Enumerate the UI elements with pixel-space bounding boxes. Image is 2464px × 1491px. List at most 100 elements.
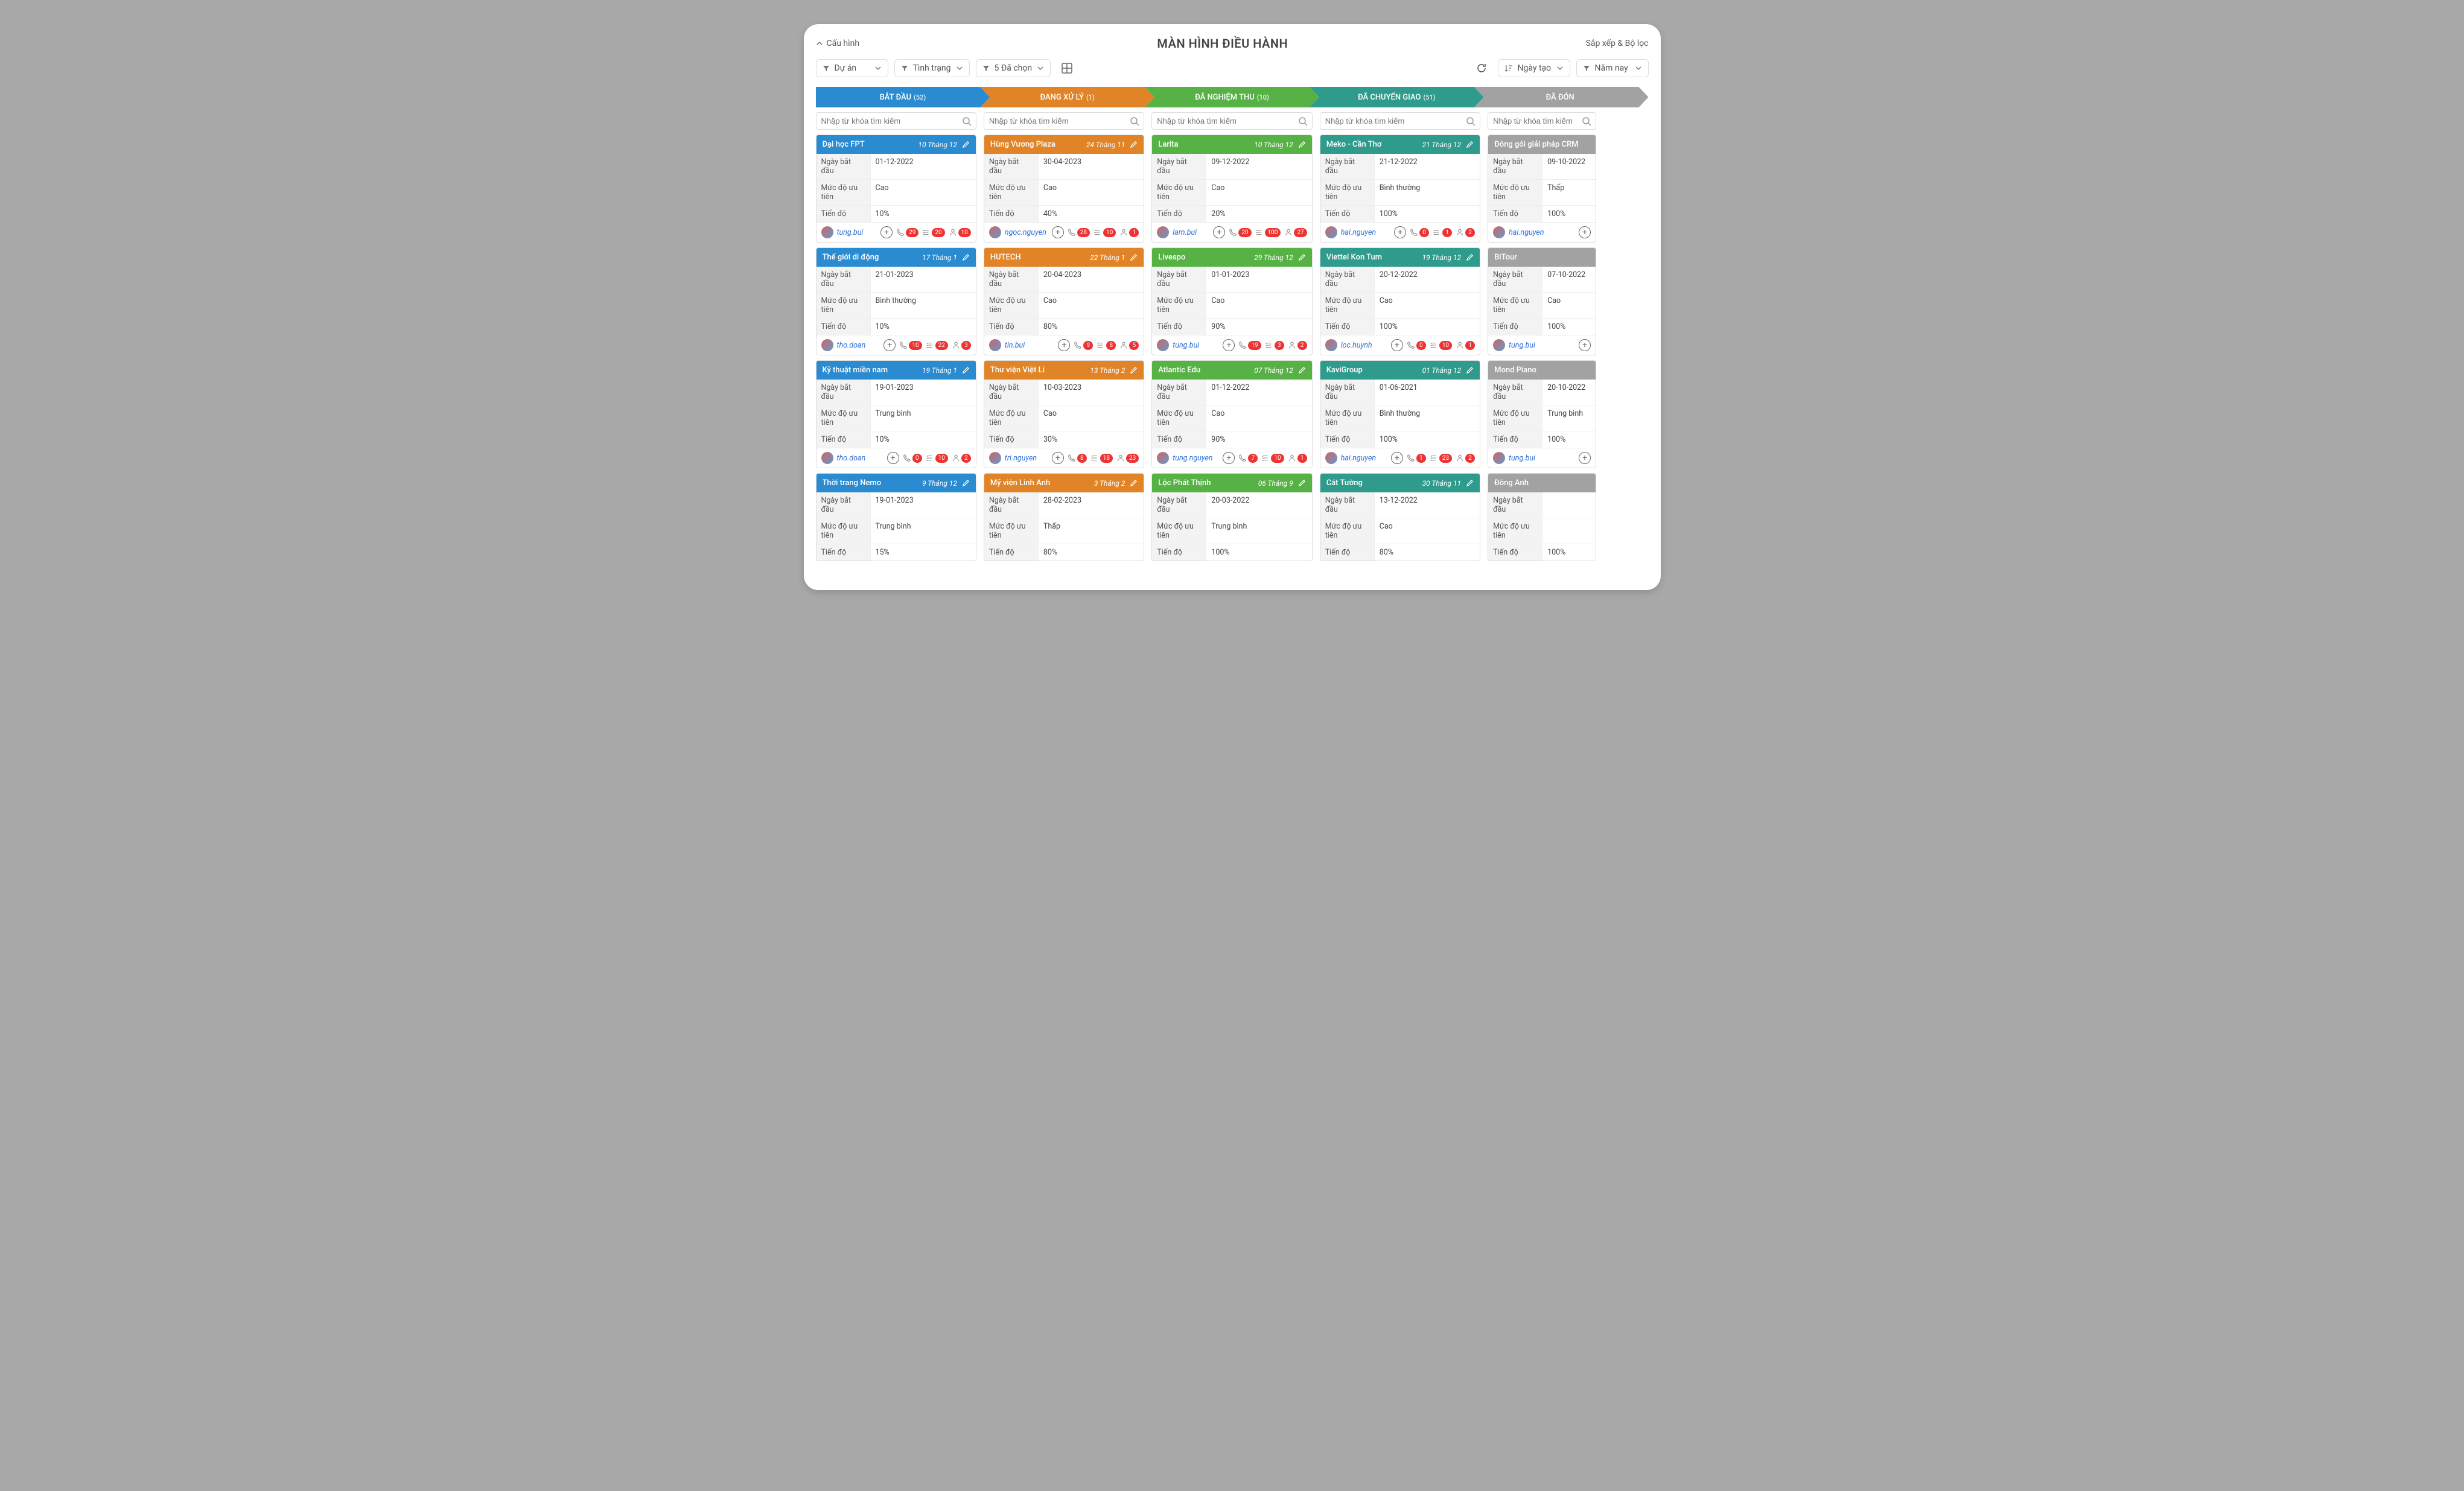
author-link[interactable]: tin.bui xyxy=(1005,341,1054,350)
refresh-button[interactable] xyxy=(1471,58,1492,78)
card[interactable]: Larita10 Tháng 12Ngày bắt đầu09-12-2022M… xyxy=(1151,135,1312,243)
metric-0[interactable]: 9 xyxy=(1074,341,1093,350)
add-button[interactable]: + xyxy=(1058,339,1070,351)
metric-1[interactable]: 3 xyxy=(1265,341,1284,350)
author-link[interactable]: tung.bui xyxy=(1173,341,1219,350)
edit-icon[interactable] xyxy=(1298,141,1306,148)
author-link[interactable]: lam.bui xyxy=(1173,228,1209,237)
card[interactable]: Đóng gói giải pháp CRMNgày bắt đầu09-10-… xyxy=(1488,135,1596,243)
author-link[interactable]: tho.doan xyxy=(837,341,880,350)
metric-1[interactable]: 100 xyxy=(1255,228,1281,237)
search-icon[interactable] xyxy=(1582,116,1591,126)
card[interactable]: Thế giới di động17 Tháng 1Ngày bắt đầu21… xyxy=(816,247,976,355)
add-button[interactable]: + xyxy=(1223,339,1235,351)
search-input[interactable] xyxy=(816,112,976,130)
edit-icon[interactable] xyxy=(1466,141,1474,148)
metric-0[interactable]: 10 xyxy=(899,341,922,350)
metric-1[interactable]: 22 xyxy=(926,341,948,350)
search-icon[interactable] xyxy=(1298,116,1308,126)
metric-2[interactable]: 2 xyxy=(952,454,971,463)
card[interactable]: Atlantic Edu07 Tháng 12Ngày bắt đầu01-12… xyxy=(1151,360,1312,468)
metric-0[interactable]: 0 xyxy=(1407,341,1426,350)
card[interactable]: Thư viện Việt Li13 Tháng 2Ngày bắt đầu10… xyxy=(984,360,1144,468)
author-link[interactable]: hai.nguyen xyxy=(1509,228,1575,237)
metric-1[interactable]: 20 xyxy=(922,228,944,237)
card[interactable]: Kỹ thuật miền nam19 Tháng 1Ngày bắt đầu1… xyxy=(816,360,976,468)
metric-1[interactable]: 8 xyxy=(1097,341,1116,350)
author-link[interactable]: tho.doan xyxy=(837,454,883,463)
metric-2[interactable]: 1 xyxy=(1456,341,1475,350)
edit-icon[interactable] xyxy=(962,366,970,374)
metric-0[interactable]: 0 xyxy=(903,454,922,463)
author-link[interactable]: hai.nguyen xyxy=(1341,228,1390,237)
author-link[interactable]: ngoc.nguyen xyxy=(1005,228,1048,237)
metric-1[interactable]: 10 xyxy=(926,454,948,463)
card[interactable]: Cát Tường30 Tháng 11Ngày bắt đầu13-12-20… xyxy=(1320,473,1480,561)
stage-0[interactable]: BẮT ĐẦU (52) xyxy=(816,87,990,107)
card[interactable]: Hùng Vương Plaza24 Tháng 11Ngày bắt đầu3… xyxy=(984,135,1144,243)
card[interactable]: Livespo29 Tháng 12Ngày bắt đầu01-01-2023… xyxy=(1151,247,1312,355)
author-link[interactable]: tung.bui xyxy=(837,228,877,237)
card[interactable]: Thời trang Nemo9 Tháng 12Ngày bắt đầu19-… xyxy=(816,473,976,561)
metric-0[interactable]: 28 xyxy=(1068,228,1090,237)
year-dropdown[interactable]: Năm nay xyxy=(1576,59,1649,77)
add-button[interactable]: + xyxy=(1579,452,1591,464)
search-icon[interactable] xyxy=(962,116,972,126)
metric-1[interactable]: 10 xyxy=(1261,454,1284,463)
card[interactable]: Đông AnhNgày bắt đầuMức độ ưu tiênTiến đ… xyxy=(1488,473,1596,561)
metric-1[interactable]: 18 xyxy=(1090,454,1113,463)
card[interactable]: BiTourNgày bắt đầu07-10-2022Mức độ ưu ti… xyxy=(1488,247,1596,355)
search-input[interactable] xyxy=(1488,112,1596,130)
edit-icon[interactable] xyxy=(1466,479,1474,487)
edit-icon[interactable] xyxy=(962,479,970,487)
metric-2[interactable]: 1 xyxy=(1119,228,1139,237)
metric-2[interactable]: 10 xyxy=(949,228,971,237)
edit-icon[interactable] xyxy=(1298,479,1306,487)
edit-icon[interactable] xyxy=(1298,366,1306,374)
selected-dropdown[interactable]: 5 Đã chọn xyxy=(976,59,1051,77)
search-icon[interactable] xyxy=(1466,116,1476,126)
edit-icon[interactable] xyxy=(1298,253,1306,261)
metric-0[interactable]: 29 xyxy=(896,228,918,237)
metric-0[interactable]: 19 xyxy=(1238,341,1261,350)
edit-icon[interactable] xyxy=(1130,479,1138,487)
edit-icon[interactable] xyxy=(1466,253,1474,261)
metric-0[interactable]: 0 xyxy=(1410,228,1429,237)
stage-2[interactable]: ĐÃ NGHIỆM THU (10) xyxy=(1145,87,1319,107)
search-icon[interactable] xyxy=(1130,116,1139,126)
metric-1[interactable]: 10 xyxy=(1430,341,1452,350)
metric-2[interactable]: 23 xyxy=(1116,454,1139,463)
card[interactable]: KaviGroup01 Tháng 12Ngày bắt đầu01-06-20… xyxy=(1320,360,1480,468)
add-button[interactable]: + xyxy=(880,226,893,238)
metric-0[interactable]: 1 xyxy=(1407,454,1426,463)
sort-filter-link[interactable]: Sắp xếp & Bộ lọc xyxy=(1586,39,1649,48)
add-button[interactable]: + xyxy=(1213,226,1225,238)
card[interactable]: HUTECH22 Tháng 1Ngày bắt đầu20-04-2023Mứ… xyxy=(984,247,1144,355)
metric-2[interactable]: 3 xyxy=(952,341,971,350)
author-link[interactable]: tung.nguyen xyxy=(1173,454,1219,463)
card[interactable]: Mond PianoNgày bắt đầu20-10-2022Mức độ ư… xyxy=(1488,360,1596,468)
metric-2[interactable]: 2 xyxy=(1288,341,1307,350)
project-dropdown[interactable]: Dự án xyxy=(816,59,888,77)
metric-2[interactable]: 5 xyxy=(1119,341,1139,350)
stage-1[interactable]: ĐANG XỬ LÝ (1) xyxy=(980,87,1154,107)
author-link[interactable]: tung.bui xyxy=(1509,454,1575,463)
add-button[interactable]: + xyxy=(1052,452,1064,464)
add-button[interactable]: + xyxy=(1052,226,1064,238)
metric-0[interactable]: 7 xyxy=(1238,454,1258,463)
author-link[interactable]: loc.huynh xyxy=(1341,341,1387,350)
card[interactable]: Meko - Cần Thơ21 Tháng 12Ngày bắt đầu21-… xyxy=(1320,135,1480,243)
metric-2[interactable]: 2 xyxy=(1456,228,1475,237)
add-button[interactable]: + xyxy=(1394,226,1406,238)
grid-view-button[interactable] xyxy=(1057,58,1077,78)
edit-icon[interactable] xyxy=(962,141,970,148)
add-button[interactable]: + xyxy=(1391,452,1403,464)
edit-icon[interactable] xyxy=(1130,141,1138,148)
card[interactable]: Lộc Phát Thịnh06 Tháng 9Ngày bắt đầu20-0… xyxy=(1151,473,1312,561)
metric-1[interactable]: 23 xyxy=(1430,454,1452,463)
card[interactable]: Mỹ viện Linh Anh3 Tháng 2Ngày bắt đầu28-… xyxy=(984,473,1144,561)
add-button[interactable]: + xyxy=(883,339,896,351)
search-input[interactable] xyxy=(1320,112,1480,130)
search-input[interactable] xyxy=(984,112,1144,130)
stage-3[interactable]: ĐÃ CHUYỂN GIAO (51) xyxy=(1310,87,1484,107)
